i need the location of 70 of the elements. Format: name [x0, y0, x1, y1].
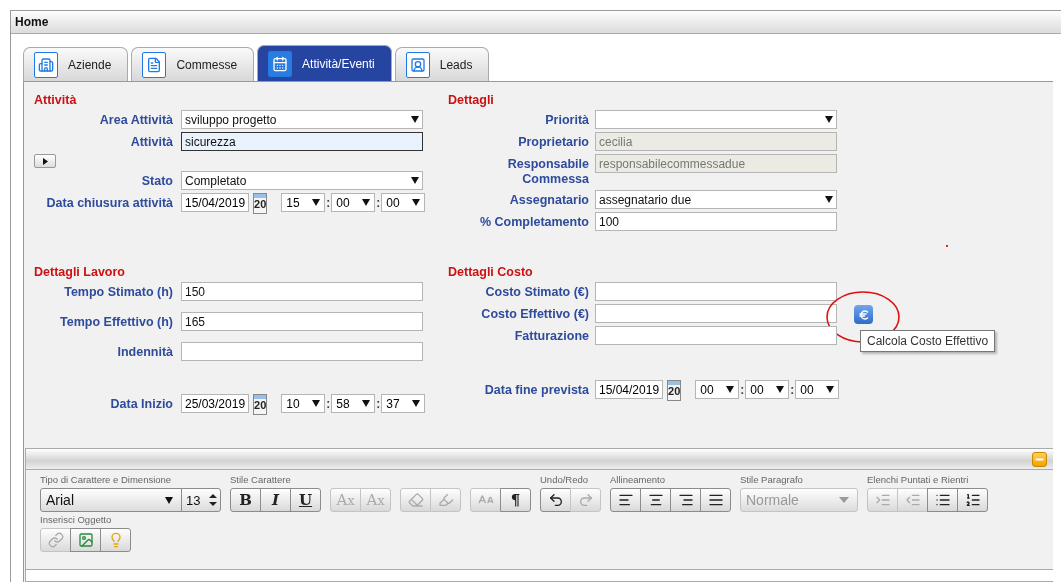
format-button[interactable]: B [230, 488, 261, 512]
section-heading: Dettagli Costo [448, 265, 534, 279]
select-field[interactable]: Completato [181, 171, 423, 190]
calendar-button[interactable]: 20 [253, 193, 268, 214]
section-heading: Dettagli [448, 93, 495, 107]
format-button[interactable]: ¶ [500, 488, 531, 512]
group-label: Stile Carattere [230, 474, 292, 486]
calendar-button[interactable]: 20 [667, 380, 682, 401]
field-label: Tempo Effettivo (h) [59, 314, 173, 331]
time-select[interactable]: 00 [745, 380, 790, 399]
section-heading: Dettagli Lavoro [34, 265, 126, 279]
date-field[interactable]: 25/03/2019 [181, 394, 250, 413]
group-label: Tipo di Carattere e Dimensione [40, 474, 173, 486]
field-label: Area Attività [98, 112, 173, 129]
readonly-field: cecilia [595, 132, 837, 151]
text-field[interactable]: 100 [595, 212, 837, 231]
time-select[interactable]: 00 [695, 380, 740, 399]
field-label: Attività [129, 134, 173, 151]
time-separator: : [326, 396, 331, 413]
group-label: Elenchi Puntati e Rientri [867, 474, 970, 486]
select-field[interactable]: assegnatario due [595, 190, 837, 209]
text-field[interactable]: 165 [181, 312, 423, 331]
field-label: Indennità [116, 344, 173, 361]
field-label: Costo Stimato (€) [484, 284, 589, 301]
tab[interactable]: Attività/Eventi [257, 45, 392, 81]
field-label: Tempo Stimato (h) [63, 284, 173, 301]
time-separator: : [376, 396, 381, 413]
group-label: Undo/Redo [540, 474, 590, 486]
date-field[interactable]: 15/04/2019 [595, 380, 664, 399]
time-separator: : [790, 382, 795, 399]
time-select[interactable]: 00 [795, 380, 840, 399]
font-size-select[interactable]: 13 [181, 488, 221, 512]
tab[interactable]: Commesse [131, 47, 255, 81]
time-separator: : [326, 195, 331, 212]
field-label: Stato [140, 173, 173, 190]
date-field[interactable]: 15/04/2019 [181, 193, 250, 212]
readonly-field: responsabilecommessadue [595, 154, 837, 173]
field-label: Costo Effettivo (€) [480, 306, 589, 323]
tab[interactable]: Leads [394, 47, 490, 81]
time-select[interactable]: 00 [331, 193, 376, 212]
tooltip: Calcola Costo Effettivo [860, 330, 996, 352]
field-label: Fatturazione [513, 328, 589, 345]
field-label: Assegnatario [508, 192, 589, 209]
format-button[interactable]: I [260, 488, 291, 512]
field-label: Data fine prevista [483, 382, 589, 399]
field-label: Data Inizio [109, 396, 173, 413]
section-heading: Attività [34, 93, 78, 107]
time-separator: : [376, 195, 381, 212]
font-select[interactable]: Arial [40, 488, 182, 512]
time-select[interactable]: 58 [331, 394, 376, 413]
field-label: % Completamento [478, 214, 589, 231]
time-select[interactable]: 15 [281, 193, 326, 212]
window-title: Home [15, 15, 49, 29]
select-field[interactable]: sviluppo progetto [181, 110, 423, 129]
time-select[interactable]: 10 [281, 394, 326, 413]
field-label: Responsabile Commessa [506, 156, 589, 187]
format-button[interactable]: U [290, 488, 321, 512]
time-select[interactable]: 00 [381, 193, 426, 212]
group-label: Inserisci Oggetto [40, 514, 113, 526]
tab[interactable]: Aziende [23, 47, 129, 81]
calendar-button[interactable]: 20 [253, 394, 268, 415]
field-label: Data chiusura attività [45, 195, 173, 212]
group-label: Stile Paragrafo [740, 474, 804, 486]
text-field[interactable]: sicurezza [181, 132, 423, 151]
field-label: Proprietario [517, 134, 589, 151]
time-separator: : [740, 382, 745, 399]
time-select[interactable]: 37 [381, 394, 426, 413]
group-label: Allineamento [610, 474, 666, 486]
field-label: Priorità [544, 112, 589, 129]
text-field[interactable]: 150 [181, 282, 423, 301]
